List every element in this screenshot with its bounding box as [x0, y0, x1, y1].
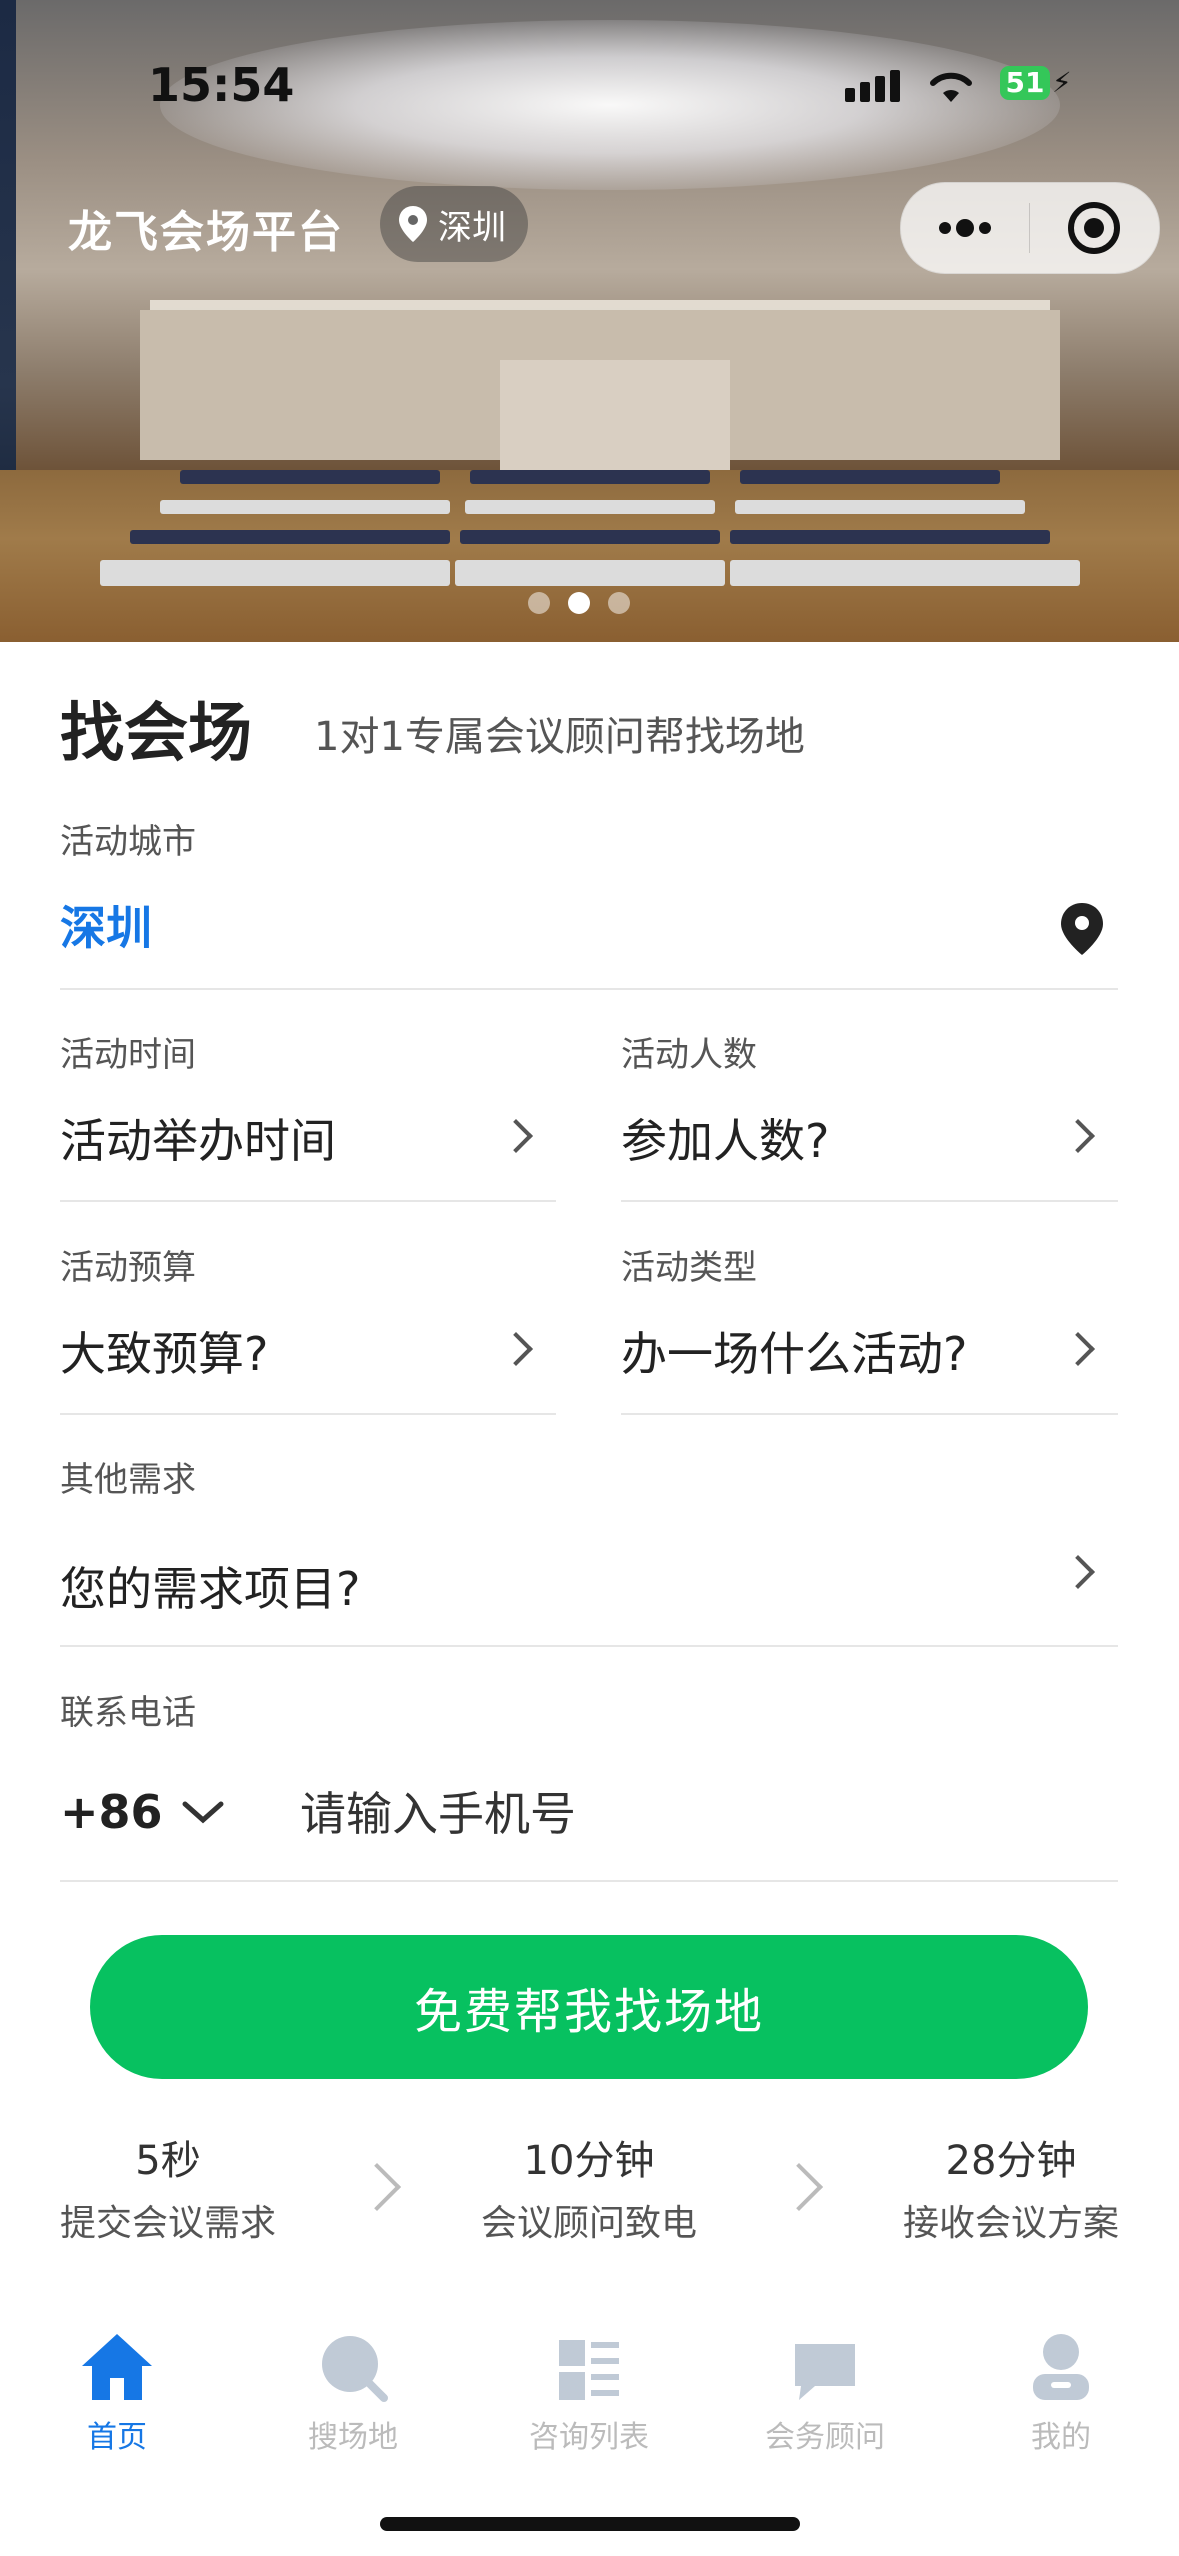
city-selector-label: 深圳	[438, 207, 506, 248]
chevron-right-icon	[1061, 1332, 1095, 1366]
chevron-down-icon	[182, 1801, 224, 1824]
step-submit: 5秒 提交会议需求	[59, 2138, 276, 2244]
phone-input[interactable]: 请输入手机号	[300, 1778, 576, 1844]
budget-label: 活动预算	[60, 1248, 196, 1288]
chevron-right-icon	[352, 2162, 402, 2212]
phone-label: 联系电话	[60, 1693, 196, 1733]
battery-icon: 51	[1000, 66, 1050, 100]
home-icon	[82, 2334, 152, 2400]
venue-carpet	[0, 470, 1179, 642]
people-label: 活动人数	[621, 1035, 757, 1075]
chevron-right-icon	[1061, 1555, 1095, 1589]
carousel-dot-active[interactable]	[568, 592, 590, 614]
other-field[interactable]: 您的需求项目?	[60, 1553, 360, 1619]
page-title: 找会场	[60, 697, 252, 771]
other-label: 其他需求	[60, 1460, 196, 1500]
location-pin-icon	[399, 206, 427, 242]
charging-icon: ⚡	[1052, 66, 1072, 99]
status-time: 15:54	[148, 58, 295, 112]
country-code: +86	[60, 1785, 163, 1839]
carousel-dot[interactable]	[528, 592, 550, 614]
chat-icon	[795, 2344, 855, 2400]
step-call: 10分钟 会议顾问致电	[480, 2138, 697, 2244]
tab-search[interactable]: 搜场地	[263, 2322, 443, 2456]
city-label: 活动城市	[60, 822, 196, 862]
city-selector[interactable]: 深圳	[380, 186, 528, 262]
list-icon	[559, 2340, 619, 2400]
more-button[interactable]	[901, 183, 1029, 273]
target-circle-icon	[1068, 202, 1120, 254]
carousel-dot[interactable]	[608, 592, 630, 614]
tab-mine[interactable]: 我的	[971, 2322, 1151, 2456]
wifi-icon	[925, 66, 977, 108]
time-field[interactable]: 活动举办时间	[60, 1105, 336, 1171]
find-venue-button[interactable]: 免费帮我找场地	[90, 1935, 1088, 2079]
city-value[interactable]: 深圳	[60, 892, 152, 958]
chevron-right-icon	[774, 2162, 824, 2212]
search-icon	[322, 2336, 388, 2402]
tab-advisor[interactable]: 会务顾问	[735, 2322, 915, 2456]
chevron-right-icon	[499, 1332, 533, 1366]
app-title: 龙飞会场平台	[68, 207, 344, 258]
tab-consult-list[interactable]: 咨询列表	[499, 2322, 679, 2456]
chevron-right-icon	[499, 1119, 533, 1153]
chevron-right-icon	[1061, 1119, 1095, 1153]
user-icon	[1033, 2334, 1089, 2400]
locate-button[interactable]	[1060, 902, 1104, 960]
type-field[interactable]: 办一场什么活动?	[621, 1318, 967, 1384]
budget-field[interactable]: 大致预算?	[60, 1318, 268, 1384]
cellular-signal-icon	[845, 70, 900, 102]
type-label: 活动类型	[621, 1248, 757, 1288]
tab-home[interactable]: 首页	[27, 2322, 207, 2456]
home-indicator[interactable]	[380, 2517, 800, 2531]
carousel-indicators[interactable]	[528, 592, 630, 614]
location-pin-icon	[1061, 903, 1103, 955]
miniprogram-capsule[interactable]	[900, 182, 1160, 274]
more-dots-icon	[939, 219, 991, 237]
close-miniprogram-button[interactable]	[1030, 183, 1158, 273]
step-plan: 28分钟 接收会议方案	[902, 2138, 1119, 2244]
country-code-selector[interactable]: +86	[60, 1785, 225, 1839]
page-subtitle: 1对1专属会议顾问帮找场地	[314, 714, 805, 760]
people-field[interactable]: 参加人数?	[621, 1105, 829, 1171]
time-label: 活动时间	[60, 1035, 196, 1075]
